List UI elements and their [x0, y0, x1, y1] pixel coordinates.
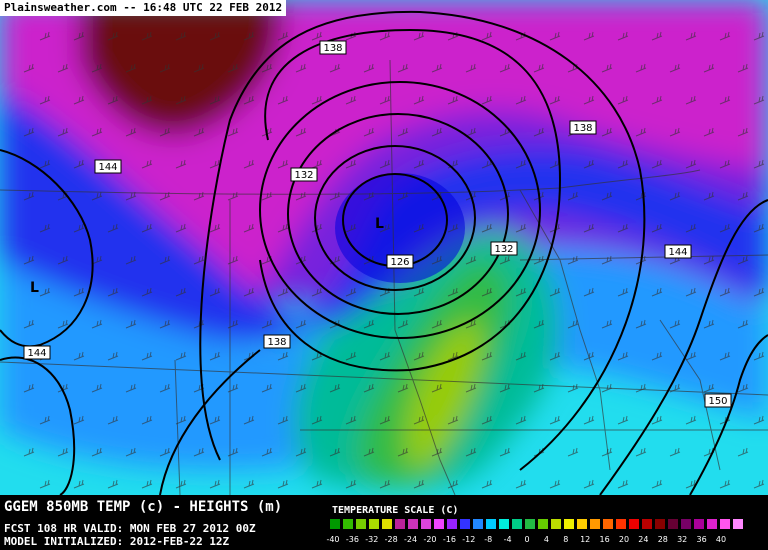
- height-label: 138: [569, 120, 597, 135]
- svg-text:144: 144: [98, 162, 117, 173]
- legend-swatch: [395, 519, 405, 529]
- legend-swatch: [525, 519, 535, 529]
- svg-text:138: 138: [267, 337, 286, 348]
- model-label: MODEL INITIALIZED:: [4, 535, 124, 548]
- legend-swatch: [642, 519, 652, 529]
- height-label: 132: [290, 167, 318, 182]
- legend-swatch: [668, 519, 678, 529]
- height-label: 144: [94, 159, 122, 174]
- legend-swatch: [590, 519, 600, 529]
- weather-map-view: 138 138 144 132 132 126 138 144 144 150 …: [0, 0, 768, 550]
- low-pressure-marker: L: [375, 216, 384, 232]
- legend-title: TEMPERATURE SCALE (C): [332, 505, 459, 516]
- low-pressure-marker: L: [30, 280, 39, 296]
- legend-swatch: [330, 519, 340, 529]
- header-timestamp: 16:48 UTC 22 FEB 2012: [143, 1, 283, 14]
- legend-swatch: [356, 519, 366, 529]
- svg-text:138: 138: [573, 123, 592, 134]
- svg-text:150: 150: [708, 396, 727, 407]
- legend-swatch: [512, 519, 522, 529]
- header-separator: --: [116, 1, 144, 14]
- legend-swatch: [577, 519, 587, 529]
- legend-swatch: [733, 519, 743, 529]
- legend-swatch: [343, 519, 353, 529]
- svg-text:132: 132: [294, 170, 313, 181]
- legend-swatch: [603, 519, 613, 529]
- header-banner: Plainsweather.com -- 16:48 UTC 22 FEB 20…: [0, 0, 287, 16]
- legend-swatch: [616, 519, 626, 529]
- legend-swatch: [681, 519, 691, 529]
- legend-swatch: [382, 519, 392, 529]
- svg-text:144: 144: [668, 247, 687, 258]
- legend-swatch: [473, 519, 483, 529]
- map-canvas: 138 138 144 132 132 126 138 144 144 150 …: [0, 0, 768, 495]
- legend-swatch: [499, 519, 509, 529]
- svg-text:132: 132: [494, 244, 513, 255]
- legend-swatch: [655, 519, 665, 529]
- legend-swatch: [486, 519, 496, 529]
- legend-swatch: [551, 519, 561, 529]
- legend-swatch: [694, 519, 704, 529]
- height-label: 138: [263, 334, 291, 349]
- height-label: 144: [664, 244, 692, 259]
- legend-swatch: [408, 519, 418, 529]
- fcst-value: MON FEB 27 2012 00Z: [129, 522, 256, 535]
- footer-panel: GGEM 850MB TEMP (c) - HEIGHTS (m) FCST 1…: [0, 495, 768, 550]
- svg-text:138: 138: [323, 43, 342, 54]
- height-label: 138: [319, 40, 347, 55]
- legend-swatch: [720, 519, 730, 529]
- legend-swatch: [434, 519, 444, 529]
- model-init-line: MODEL INITIALIZED: 2012-FEB-22 12Z: [4, 535, 229, 548]
- legend-swatch: [538, 519, 548, 529]
- legend-swatch: [629, 519, 639, 529]
- height-label: 132: [490, 241, 518, 256]
- height-label: 150: [704, 393, 732, 408]
- forecast-valid-line: FCST 108 HR VALID: MON FEB 27 2012 00Z: [4, 522, 256, 535]
- site-name: Plainsweather.com: [4, 1, 117, 14]
- legend-swatch: [369, 519, 379, 529]
- legend-swatch: [421, 519, 431, 529]
- svg-text:144: 144: [27, 348, 46, 359]
- fcst-label: FCST 108 HR VALID:: [4, 522, 124, 535]
- product-title: GGEM 850MB TEMP (c) - HEIGHTS (m): [4, 499, 283, 515]
- svg-text:126: 126: [390, 257, 409, 268]
- legend-swatch: [460, 519, 470, 529]
- model-value: 2012-FEB-22 12Z: [129, 535, 230, 548]
- legend-swatch: [564, 519, 574, 529]
- legend-tick: 40: [715, 535, 727, 544]
- legend-swatch: [707, 519, 717, 529]
- legend-swatch: [447, 519, 457, 529]
- height-label: 144: [23, 345, 51, 360]
- height-label: 126: [386, 254, 414, 269]
